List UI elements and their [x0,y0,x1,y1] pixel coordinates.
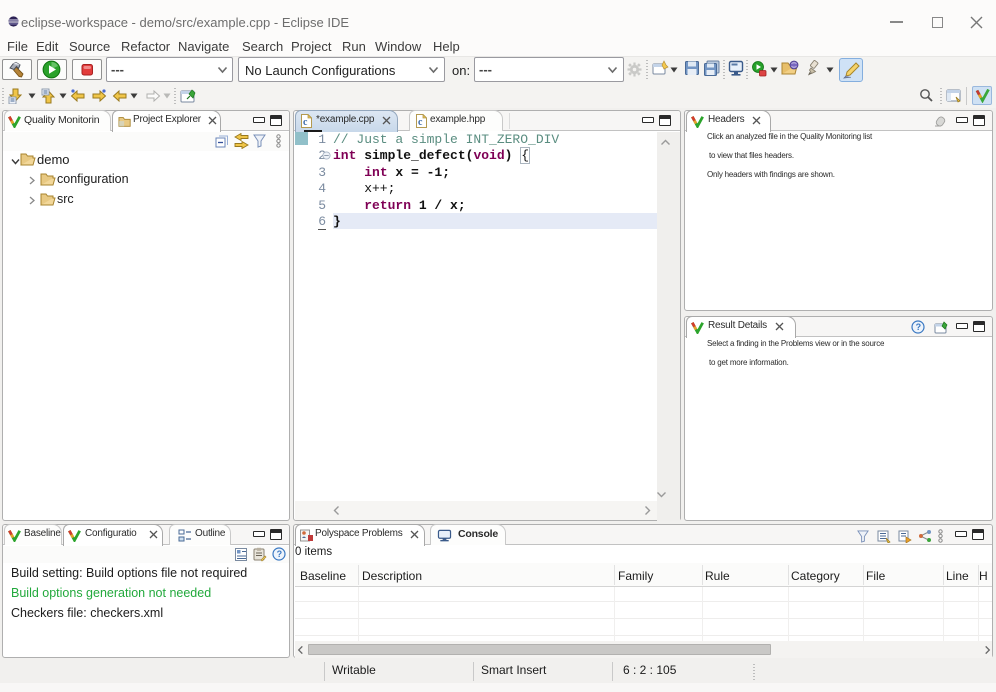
svg-text:c: c [303,117,308,128]
svg-text:?: ? [277,549,283,559]
svg-text:?: ? [916,322,922,332]
svg-text:c: c [418,117,423,128]
